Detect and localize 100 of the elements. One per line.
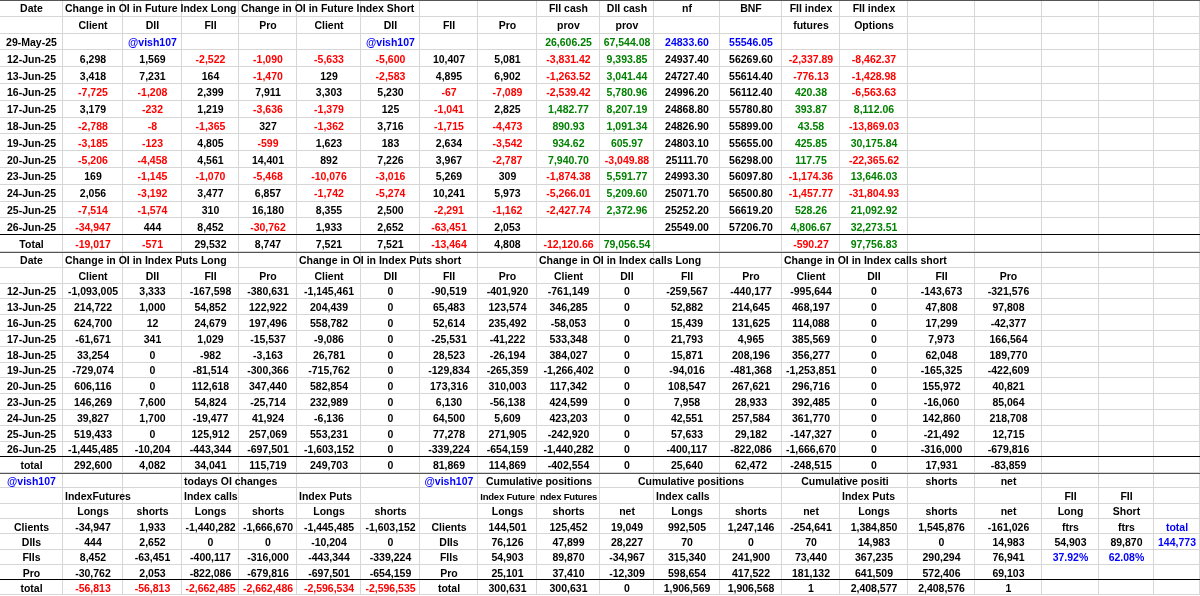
table-cell-text: 327 (258, 118, 278, 134)
table-cell-text: -1,253,851 (784, 363, 838, 379)
table-cell-text: -56,813 (74, 580, 112, 596)
section-heading: Change in OI in Index Puts Long (64, 252, 228, 268)
table-cell-text: -729,074 (71, 363, 115, 379)
table-cell-text: FII (1063, 489, 1078, 504)
table-cell-text: 12,715 (991, 426, 1026, 442)
table-cell-text: -1,070 (194, 169, 227, 185)
table-cell-text: ftrs (1061, 519, 1080, 535)
table-cell-text: -2,522 (194, 51, 227, 67)
table-cell-text: 605.97 (609, 135, 645, 151)
table-cell-text: shorts (733, 504, 769, 519)
table-cell-text: 169 (83, 169, 103, 185)
table-cell-text: 18-Jun-25 (6, 118, 57, 134)
table-cell-text: 56298.00 (728, 152, 774, 168)
table-cell-text: 13-Jun-25 (6, 300, 57, 316)
table-cell-text: -7,089 (491, 85, 524, 101)
table-cell-text: -254,641 (789, 519, 833, 535)
table-cell-text: 8,452 (78, 550, 108, 565)
table-cell-text: 384,027 (548, 347, 589, 363)
table-cell-text: -167,598 (188, 284, 233, 300)
table-cell-text: 1,933 (314, 219, 344, 235)
table-cell-text: 181,132 (791, 565, 831, 581)
table-cell-text: 393.87 (793, 102, 829, 118)
section-heading: Index calls (655, 489, 711, 504)
table-cell-text: 0 (623, 442, 631, 458)
table-cell-text: 7,231 (138, 68, 167, 84)
table-cell-text: 0 (386, 426, 395, 442)
table-cell-text: -7,514 (77, 202, 109, 218)
table-cell-text: 12-Jun-25 (6, 51, 57, 67)
table-cell-text: -25,531 (430, 331, 468, 347)
table-cell-text: 24803.10 (664, 135, 710, 151)
table-cell-text: 214,645 (731, 300, 771, 316)
table-cell-text: net (802, 504, 820, 519)
table-cell-text: -63,451 (133, 550, 172, 565)
table-cell-text: prov (614, 18, 640, 34)
table-cell-text: 2,056 (78, 186, 108, 202)
table-cell-text: -679,816 (986, 442, 1031, 458)
table-cell-text: 1,906,569 (662, 580, 712, 596)
table-cell-text: 2,500 (376, 202, 405, 218)
table-cell-text: 0 (386, 379, 395, 395)
table-cell-text: -697,501 (307, 565, 351, 581)
table-cell-text: 0 (870, 300, 878, 316)
table-cell-text: 16-Jun-25 (6, 316, 57, 331)
table-cell-text: Clients (430, 519, 468, 535)
table-cell-text: FIIs (21, 550, 42, 565)
table-cell-text: 131,625 (731, 316, 771, 331)
table-cell-text: -8,462.37 (850, 51, 898, 67)
table-cell-text: 249,703 (309, 458, 349, 474)
table-cell-text: 5,081 (493, 51, 522, 67)
table-cell-text: Index Future (479, 489, 536, 504)
table-cell-text: 606,116 (73, 379, 113, 395)
table-cell-text: -56,138 (488, 395, 527, 410)
table-cell-text: 23-Jun-25 (6, 169, 57, 185)
table-cell-text: 292,600 (73, 458, 113, 474)
table-cell-text: FII index (851, 1, 897, 17)
table-cell-text: 13,646.03 (849, 169, 899, 185)
table-cell-text: 62,048 (924, 347, 959, 363)
section-heading: Change in OI in Future Index Long (64, 1, 238, 17)
table-cell-text: 2,652 (138, 534, 167, 550)
table-cell-text: 33,254 (75, 347, 111, 363)
table-cell-text: -2,662,485 (184, 580, 237, 596)
table-cell-text: -440,177 (729, 284, 773, 300)
table-cell-text: 533,348 (548, 331, 589, 347)
table-cell-text: shorts (373, 504, 408, 519)
table-cell-text: Pro (497, 18, 518, 34)
section-heading: Change in OI in Index Puts short (298, 252, 463, 268)
table-cell-text: 424,599 (548, 395, 589, 410)
table-cell-text: -58,053 (549, 316, 588, 331)
table-cell-text: 0 (386, 300, 395, 316)
table-cell-text: 6,857 (253, 186, 283, 202)
table-cell-text: Longs (490, 504, 525, 519)
table-cell-text: 115,719 (248, 458, 288, 474)
table-cell-text: 21,793 (669, 331, 705, 347)
table-cell-text: 2,634 (434, 135, 464, 151)
table-cell-text: Client (795, 268, 827, 284)
table-cell-text: 7,226 (376, 152, 405, 168)
table-cell-text: -2,596,534 (302, 580, 356, 596)
table-cell-text: DII (144, 268, 161, 284)
table-cell-text: 28,227 (609, 534, 645, 550)
table-cell-text: DII (382, 18, 399, 34)
table-cell-text: 1,569 (138, 51, 167, 67)
table-cell-text: 173,316 (429, 379, 469, 395)
table-cell-text: -248,515 (789, 458, 833, 474)
table-cell-text: 8,747 (253, 236, 283, 252)
table-cell-text: -822,086 (729, 442, 773, 458)
table-cell-text: shorts (551, 504, 586, 519)
table-cell-text: 1,623 (314, 135, 344, 151)
table-cell-text: -1,174.36 (787, 169, 835, 185)
table-cell-text: 361,770 (791, 410, 831, 426)
table-cell-text: 257,584 (731, 410, 771, 426)
table-cell-text: 3,333 (138, 284, 167, 300)
table-cell-text: 8,207.19 (605, 102, 649, 118)
table-cell-text: 6,902 (493, 68, 522, 84)
table-cell-text: -10,204 (133, 442, 172, 458)
table-cell-text: 267,621 (731, 379, 771, 395)
table-cell-text: 2,372.96 (605, 202, 649, 218)
table-cell-text: 4,082 (138, 458, 167, 474)
table-cell-text: Client (552, 268, 585, 284)
table-cell-text: 4,808 (493, 236, 522, 252)
